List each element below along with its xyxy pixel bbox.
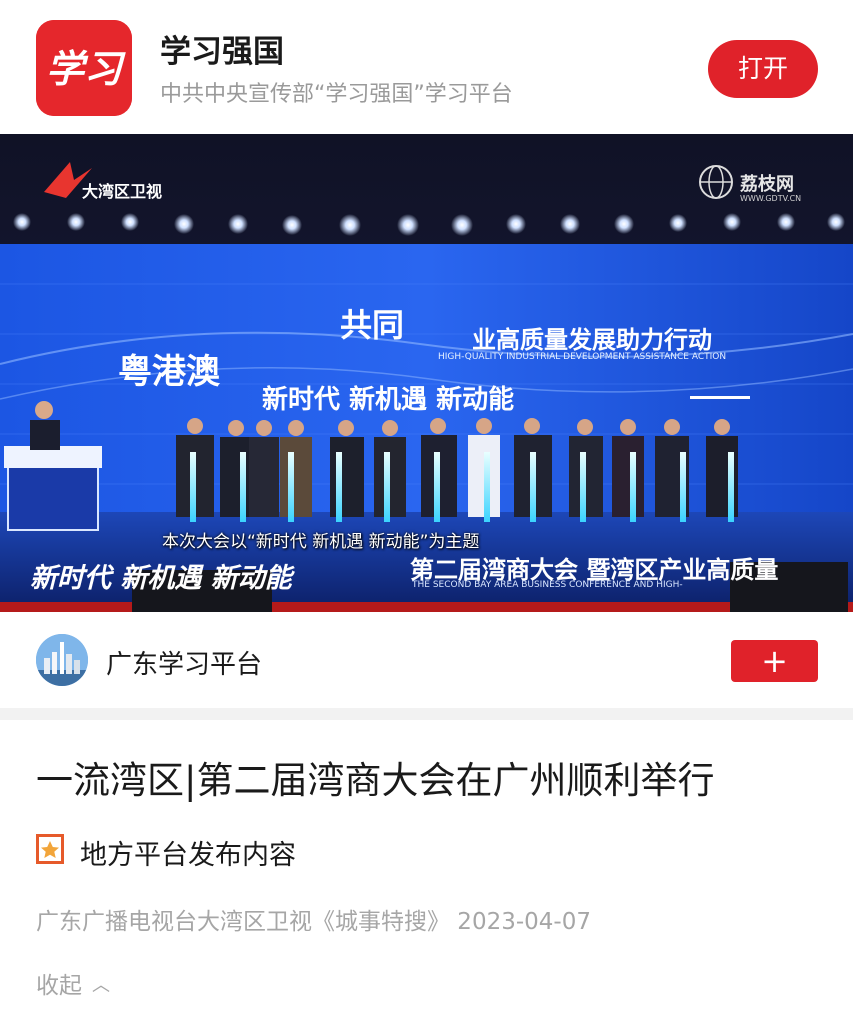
bookmark-star-icon — [36, 834, 64, 864]
chevron-up-icon: ︿ — [92, 975, 110, 996]
app-description: 中共中央宣传部“学习强国”学习平台 — [160, 82, 513, 107]
video-subtitle: 本次大会以“新时代 新机遇 新动能”为主题 — [162, 532, 480, 552]
app-logo-graphic: 学习 — [36, 20, 132, 116]
screen-slogan: 新时代 新机遇 新动能 — [262, 385, 515, 415]
article-title: 一流湾区|第二届湾商大会在广州顺利举行 — [36, 759, 715, 802]
screen-subheading: HIGH-QUALITY INDUSTRIAL DEVELOPMENT ASSI… — [438, 352, 727, 362]
publisher-avatar[interactable] — [36, 634, 88, 686]
plus-icon: + — [761, 642, 788, 680]
collapse-label: 收起 — [36, 973, 82, 999]
skyline-icon — [36, 634, 88, 686]
collapse-button[interactable]: 收起 ︿ — [36, 966, 110, 1000]
screen-heading-left: 粤港澳 — [118, 352, 220, 392]
screen-heading: 业高质量发展助力行动 — [472, 326, 712, 354]
publisher-name[interactable]: 广东学习平台 — [106, 644, 262, 681]
publisher-row: 广东学习平台 + — [0, 612, 853, 708]
app-logo-text: 学习 — [46, 46, 126, 91]
article-page: 学习 学习强国 中共中央宣传部“学习强国”学习平台 打开 大湾区卫视 荔枝网 W… — [0, 0, 853, 1024]
app-download-banner: 学习 学习强国 中共中央宣传部“学习强国”学习平台 打开 — [0, 0, 853, 134]
video-player[interactable]: 大湾区卫视 荔枝网 WWW.GDTV.CN 共同 粤港澳 业高质量发展助力行动 … — [0, 134, 853, 612]
conference-english-name: THE SECOND BAY AREA BUSINESS CONFERENCE … — [412, 580, 683, 590]
channel-logo-label: 大湾区卫视 — [82, 182, 163, 201]
source-and-date: 广东广播电视台大湾区卫视《城事特搜》 2023-04-07 — [36, 909, 591, 935]
open-app-button[interactable]: 打开 — [708, 40, 818, 98]
app-name: 学习强国 — [160, 34, 284, 70]
app-logo[interactable]: 学习 — [36, 20, 132, 116]
watermark-url: WWW.GDTV.CN — [740, 194, 802, 203]
screen-heading-big: 共同 — [340, 306, 405, 344]
bottom-slogan: 新时代 新机遇 新动能 — [30, 563, 292, 594]
watermark-label: 荔枝网 — [740, 174, 794, 195]
source-tag-label: 地方平台发布内容 — [80, 840, 296, 871]
follow-button[interactable]: + — [731, 640, 818, 682]
section-divider — [0, 708, 853, 720]
